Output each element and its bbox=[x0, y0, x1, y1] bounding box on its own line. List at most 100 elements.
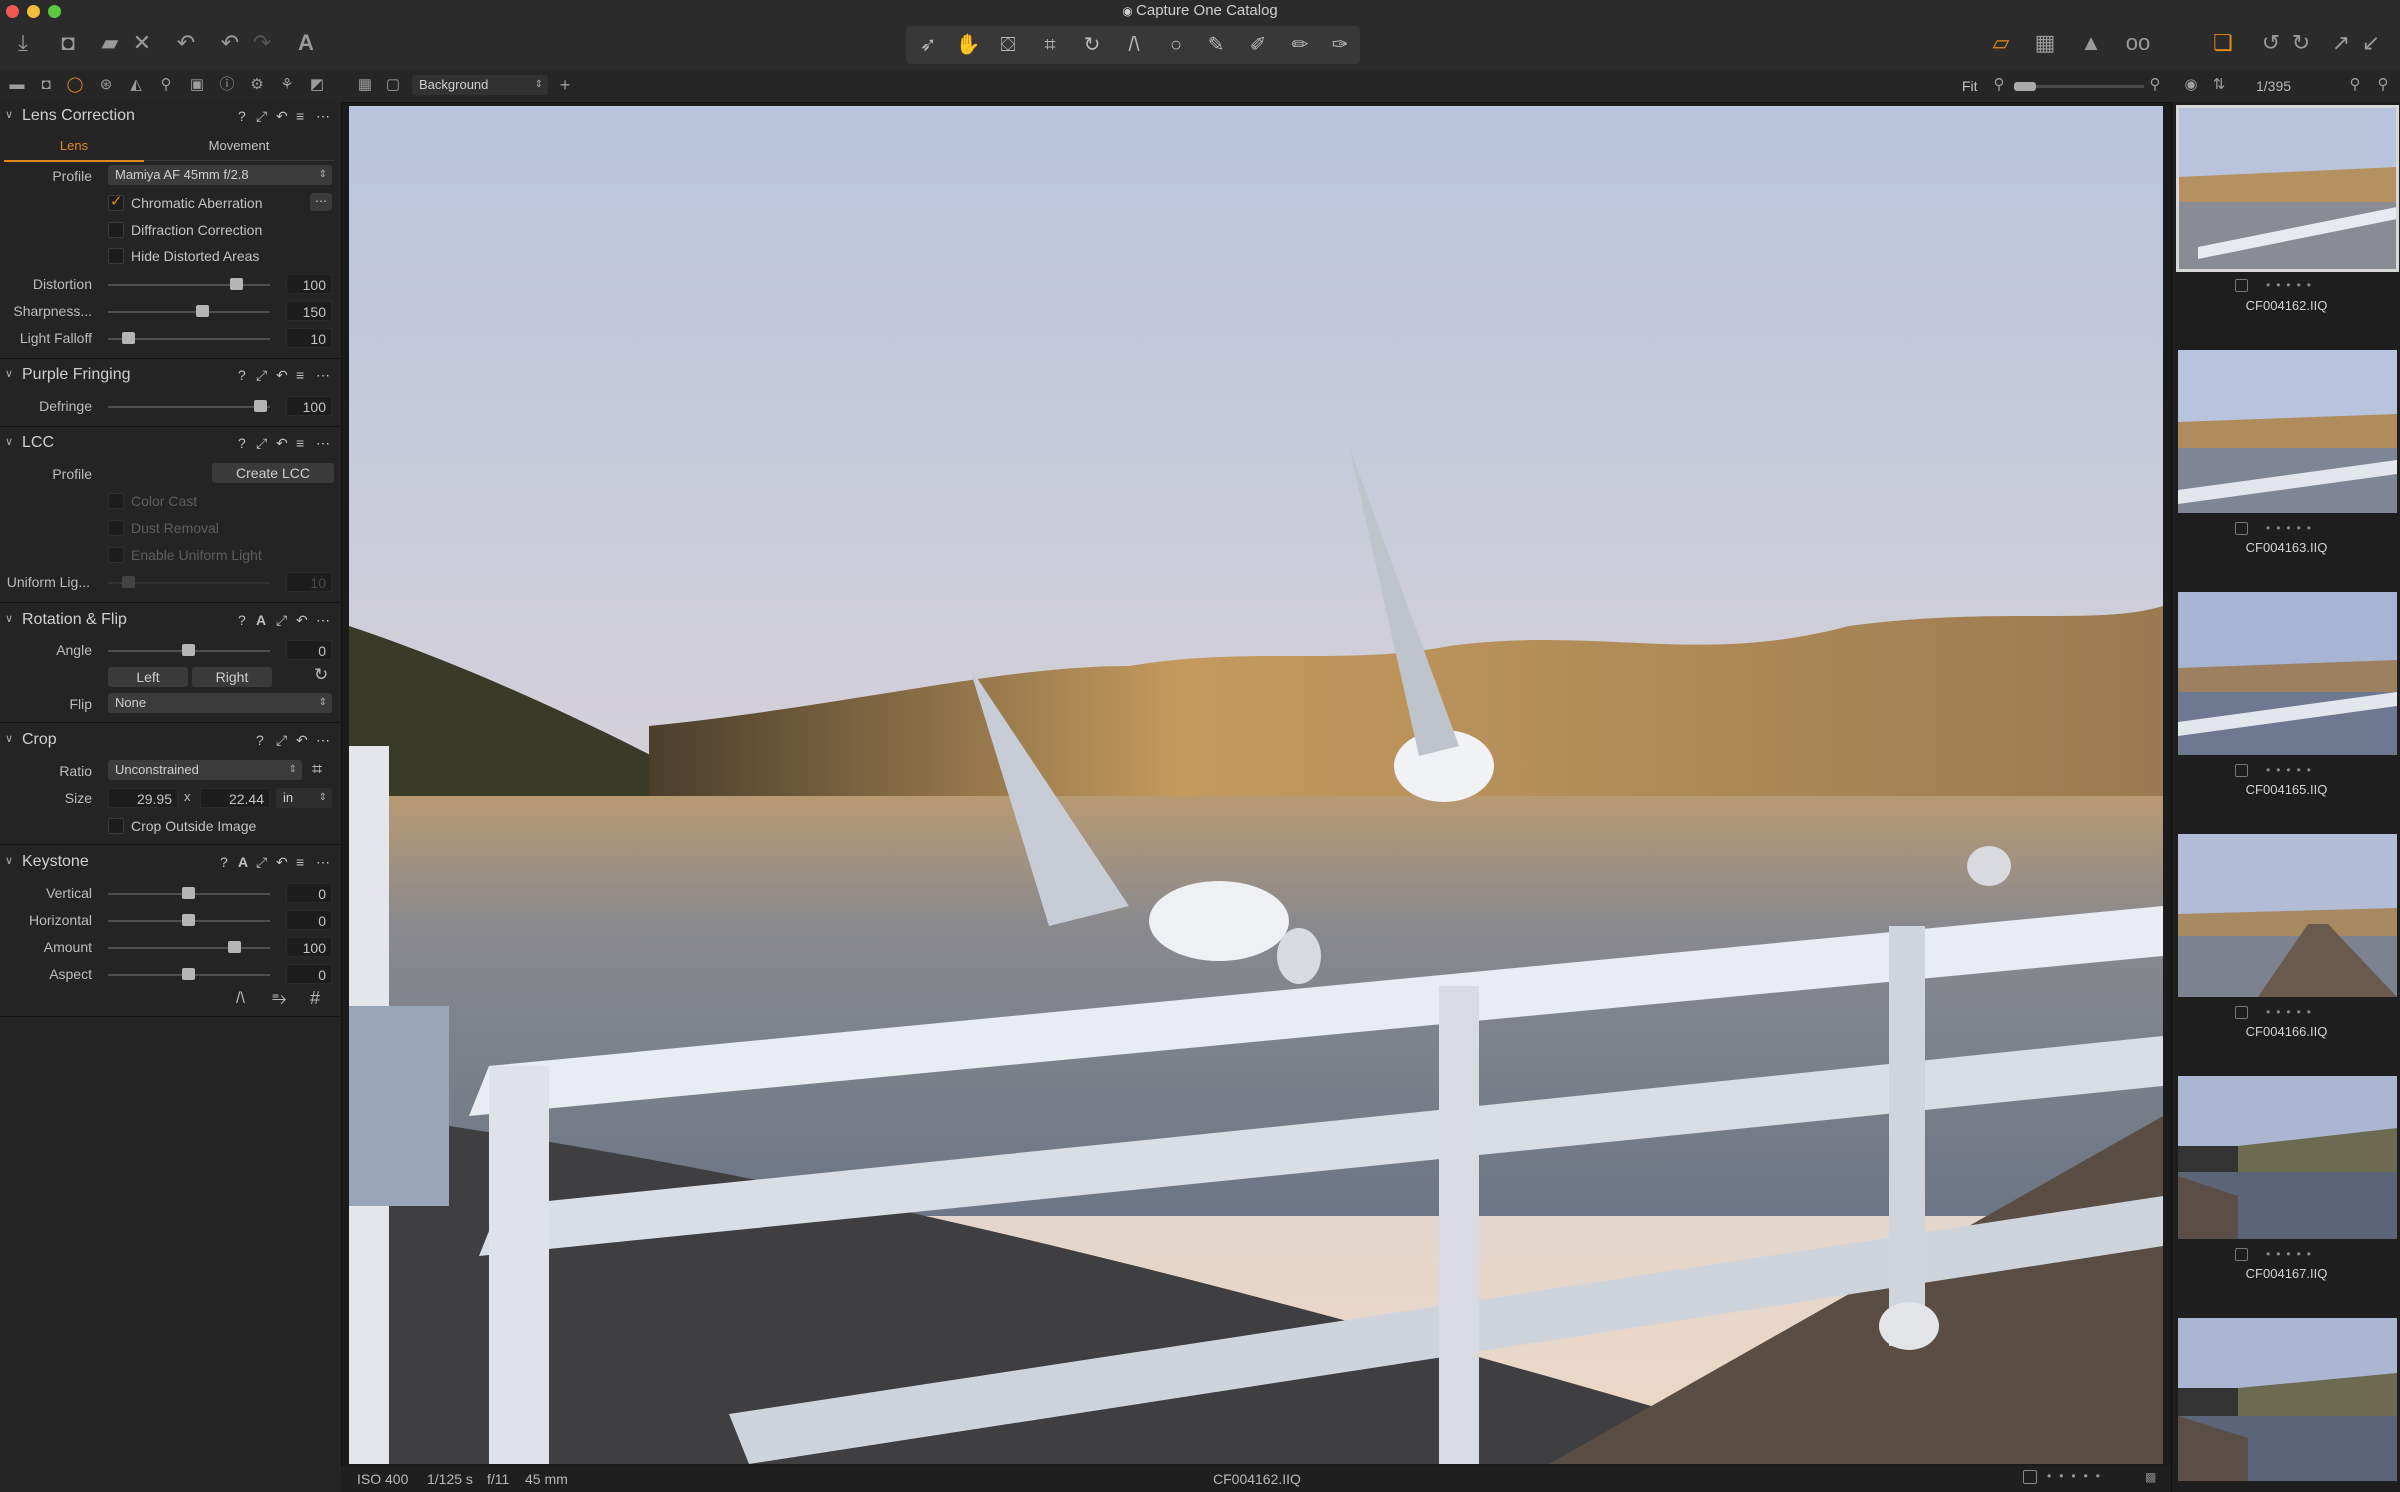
thumbnail-1[interactable] bbox=[2176, 105, 2399, 272]
delete-icon[interactable]: ✕ bbox=[128, 28, 156, 58]
thumbnail-4[interactable] bbox=[2178, 834, 2397, 997]
auto-icon[interactable]: A bbox=[256, 612, 266, 628]
thumbnail-checkbox[interactable] bbox=[2235, 1248, 2248, 1261]
distortion-slider[interactable] bbox=[108, 284, 270, 286]
export-icon[interactable]: ▰ bbox=[96, 28, 124, 58]
thumbnail-checkbox[interactable] bbox=[2235, 522, 2248, 535]
add-layer-icon[interactable]: + bbox=[554, 74, 576, 96]
reset-icon[interactable]: ↶ bbox=[276, 854, 288, 871]
chromatic-aberration-checkbox[interactable] bbox=[108, 192, 124, 211]
thumbnail-6[interactable] bbox=[2178, 1318, 2397, 1481]
flip-select[interactable]: None ⇕ bbox=[108, 693, 332, 713]
hide-distorted-checkbox[interactable] bbox=[108, 248, 124, 264]
layers-icon[interactable]: ❏ bbox=[2208, 28, 2238, 58]
zoom-out-icon[interactable]: ⚲ bbox=[1988, 74, 2010, 96]
thumbnail-checkbox[interactable] bbox=[2235, 764, 2248, 777]
rotate-right-button[interactable]: Right bbox=[192, 667, 272, 687]
exposure-tab-icon[interactable]: ◭ bbox=[125, 74, 147, 96]
purple-fringing-header[interactable]: ∨ Purple Fringing ? ⤢ ↶ ≡ ⋯ bbox=[0, 361, 341, 391]
lens-correction-header[interactable]: ∨ Lens Correction ? ⤢ ↶ ≡ ⋯ bbox=[0, 102, 341, 132]
reset-icon[interactable]: ↶ bbox=[276, 108, 288, 125]
sharpness-value[interactable]: 150 bbox=[286, 301, 332, 321]
dust-removal-checkbox[interactable] bbox=[108, 520, 124, 536]
angle-slider-knob[interactable] bbox=[182, 644, 195, 656]
local-adjust-icon[interactable]: ⤢ bbox=[256, 367, 267, 384]
grid-view-icon[interactable]: ▦ bbox=[354, 74, 376, 96]
rotation-flip-header[interactable]: ∨ Rotation & Flip ? A ⤢ ↶ ⋯ bbox=[0, 606, 341, 636]
defringe-slider-knob[interactable] bbox=[254, 400, 267, 412]
lens-profile-select[interactable]: Mamiya AF 45mm f/2.8 ⇕ bbox=[108, 165, 332, 185]
local-adjust-icon[interactable]: ⤢ bbox=[256, 435, 267, 452]
aspect-slider-knob[interactable] bbox=[182, 968, 195, 980]
reset-icon[interactable]: ↶ bbox=[276, 367, 288, 384]
rating-stars[interactable]: ••••• bbox=[2047, 1469, 2108, 1483]
collapse-arrow-icon[interactable]: ∨ bbox=[5, 435, 13, 448]
presets-icon[interactable]: ≡ bbox=[296, 108, 304, 124]
keystone-tool-icon[interactable]: /\ bbox=[1114, 26, 1154, 64]
collapse-arrow-icon[interactable]: ∨ bbox=[5, 612, 13, 625]
crop-tool-icon[interactable]: ⌗ bbox=[1030, 26, 1070, 64]
crop-tool-icon[interactable]: ⌗ bbox=[312, 759, 322, 780]
output-tab-icon[interactable]: ⚙ bbox=[246, 74, 268, 96]
sharpness-slider[interactable] bbox=[108, 311, 270, 313]
thumbnail-3[interactable] bbox=[2178, 592, 2397, 755]
defringe-slider[interactable] bbox=[108, 406, 270, 408]
create-lcc-button[interactable]: Create LCC bbox=[212, 463, 334, 483]
vertical-value[interactable]: 0 bbox=[286, 883, 332, 903]
defringe-value[interactable]: 100 bbox=[286, 396, 332, 416]
more-icon[interactable]: ⋯ bbox=[316, 612, 330, 629]
keystone-full-icon[interactable]: # bbox=[310, 988, 320, 1009]
horizontal-value[interactable]: 0 bbox=[286, 910, 332, 930]
metadata-tab-icon[interactable]: ⓘ bbox=[216, 74, 238, 96]
crop-header[interactable]: ∨ Crop ? ⤢ ↶ ⋯ bbox=[0, 726, 341, 756]
local-adjust-icon[interactable]: ⤢ bbox=[256, 854, 267, 871]
reset-icon[interactable]: ↶ bbox=[296, 612, 308, 629]
zoom-in-icon[interactable]: ⚲ bbox=[2144, 74, 2166, 96]
layer-select[interactable]: Background ⇕ bbox=[412, 75, 548, 95]
details-tab-icon[interactable]: ⚲ bbox=[155, 74, 177, 96]
more-icon[interactable]: ⋯ bbox=[316, 854, 330, 871]
uniform-light-slider-knob[interactable] bbox=[122, 576, 135, 588]
help-icon[interactable]: ? bbox=[220, 854, 228, 870]
spot-tool-icon[interactable]: ○ bbox=[1156, 26, 1196, 64]
select-tool-icon[interactable]: ➶ bbox=[908, 26, 948, 64]
uniform-light-checkbox[interactable] bbox=[108, 547, 124, 563]
help-icon[interactable]: ? bbox=[256, 732, 264, 748]
help-icon[interactable]: ? bbox=[238, 108, 246, 124]
help-icon[interactable]: ? bbox=[238, 612, 246, 628]
vertical-slider-knob[interactable] bbox=[182, 887, 195, 899]
tab-lens[interactable]: Lens bbox=[4, 138, 144, 162]
adjustments-tab-icon[interactable]: ▣ bbox=[186, 74, 208, 96]
reset-icon[interactable]: ↶ bbox=[276, 435, 288, 452]
thumbnail-rating[interactable]: ••••• bbox=[2266, 1005, 2317, 1019]
light-falloff-value[interactable]: 10 bbox=[286, 328, 332, 348]
more-icon[interactable]: ⋯ bbox=[316, 367, 330, 384]
collapse-arrow-icon[interactable]: ∨ bbox=[5, 854, 13, 867]
pan-tool-icon[interactable]: ✋ bbox=[948, 26, 988, 64]
expand-icon[interactable]: ↗ bbox=[2326, 28, 2356, 58]
rotate-tool-icon[interactable]: ↻ bbox=[1072, 26, 1112, 64]
preview-eye-icon[interactable]: ◉ bbox=[2180, 74, 2202, 96]
lens-tab-icon[interactable]: ◯ bbox=[64, 74, 86, 96]
amount-value[interactable]: 100 bbox=[286, 937, 332, 957]
color-cast-checkbox[interactable] bbox=[108, 493, 124, 509]
thumbnail-2[interactable] bbox=[2178, 350, 2397, 513]
picker-tool-icon[interactable]: ✎ bbox=[1196, 26, 1236, 64]
zoom-fit-label[interactable]: Fit bbox=[1962, 78, 1978, 94]
local-adjust-icon[interactable]: ⤢ bbox=[276, 612, 287, 629]
local-adjust-icon[interactable]: ⤢ bbox=[276, 732, 287, 749]
search-icon[interactable]: ⚲ bbox=[2344, 74, 2366, 96]
styles-tab-icon[interactable]: ◩ bbox=[306, 74, 328, 96]
local-adjust-icon[interactable]: ⤢ bbox=[256, 108, 267, 125]
brush-tool-icon[interactable]: ✐ bbox=[1238, 26, 1278, 64]
redo-icon[interactable]: ↷ bbox=[248, 28, 276, 58]
select-checkbox-icon[interactable] bbox=[2023, 1470, 2037, 1484]
text-icon[interactable]: A bbox=[292, 28, 320, 58]
presets-icon[interactable]: ≡ bbox=[296, 367, 304, 383]
thumbnail-rating[interactable]: ••••• bbox=[2266, 1247, 2317, 1261]
sharpness-slider-knob[interactable] bbox=[196, 305, 209, 317]
rotate-left-button[interactable]: Left bbox=[108, 667, 188, 687]
crop-width-field[interactable]: 29.95 bbox=[108, 788, 178, 808]
presets-icon[interactable]: ≡ bbox=[296, 854, 304, 870]
single-view-icon[interactable]: ▢ bbox=[382, 74, 404, 96]
